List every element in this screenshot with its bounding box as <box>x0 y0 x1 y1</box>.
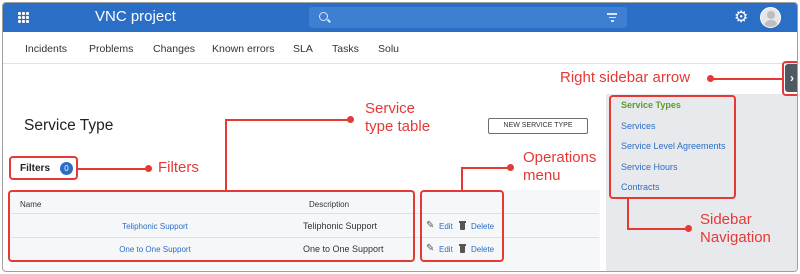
tab-known-errors[interactable]: Known errors <box>212 43 274 55</box>
page-title: Service Type <box>24 117 114 134</box>
annotation-service-type-table-line2: type table <box>365 118 431 135</box>
tab-problems[interactable]: Problems <box>89 43 133 55</box>
tab-incidents[interactable]: Incidents <box>25 43 67 55</box>
tab-changes[interactable]: Changes <box>153 43 195 55</box>
filters-highlight-box <box>9 156 78 180</box>
annotation-line <box>627 199 629 228</box>
search-input[interactable] <box>309 7 627 28</box>
module-tabs: Incidents Problems Changes Known errors … <box>3 32 797 64</box>
annotation-right-sidebar-arrow: Right sidebar arrow <box>560 69 691 86</box>
annotation-dot <box>145 165 152 172</box>
app-window: VNC project ⚙ Incidents Problems Changes… <box>2 2 798 272</box>
annotation-operations-line1: Operations <box>523 149 597 166</box>
table-highlight-box <box>8 190 415 262</box>
annotation-line <box>225 119 349 121</box>
annotation-line <box>461 167 508 169</box>
annotation-line <box>461 167 463 190</box>
arrow-highlight-box <box>782 61 797 96</box>
top-bar: VNC project ⚙ <box>3 3 797 32</box>
annotation-service-type-table-line1: Service <box>365 100 416 117</box>
annotation-line <box>225 119 227 190</box>
filter-icon[interactable] <box>607 13 617 22</box>
annotation-filters: Filters <box>158 159 199 176</box>
annotation-line <box>710 78 782 80</box>
search-icon <box>319 12 328 21</box>
tab-solutions[interactable]: Solu <box>378 43 399 55</box>
annotation-operations-line2: menu <box>523 167 561 184</box>
operations-highlight-box <box>420 190 504 262</box>
annotation-line <box>627 228 687 230</box>
new-service-type-button[interactable]: NEW SERVICE TYPE <box>488 118 588 134</box>
avatar[interactable] <box>760 7 781 28</box>
annotation-line <box>78 168 146 170</box>
app-title[interactable]: VNC project <box>95 8 176 25</box>
gear-icon[interactable]: ⚙ <box>734 10 748 26</box>
annotation-sidebar-navigation-line1: Sidebar <box>700 211 752 228</box>
sidebar-highlight-box <box>609 95 736 199</box>
annotation-sidebar-navigation-line2: Navigation <box>700 229 771 246</box>
tab-sla[interactable]: SLA <box>293 43 313 55</box>
annotation-dot <box>507 164 514 171</box>
tab-tasks[interactable]: Tasks <box>332 43 359 55</box>
apps-grid-icon[interactable] <box>18 12 29 23</box>
